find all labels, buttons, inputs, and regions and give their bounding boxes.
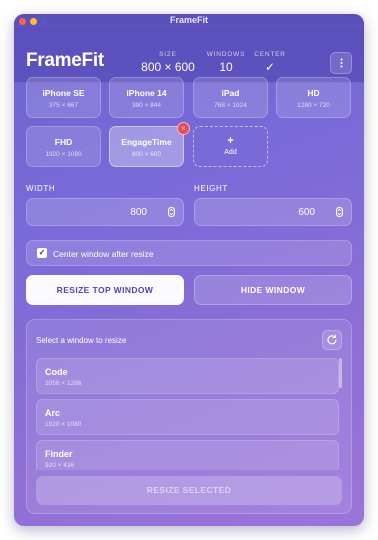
window-title: FrameFit — [169, 15, 208, 25]
add-preset-label: Add — [224, 149, 237, 156]
stepper-icon[interactable] — [168, 207, 175, 217]
center-window-option[interactable]: ✓ Center window after resize — [26, 240, 352, 266]
height-input[interactable] — [195, 199, 315, 225]
window-list[interactable]: Code 2056 × 1286 Arc 1920 × 1080 Finder … — [36, 358, 342, 470]
preset-iphone-14[interactable]: iPhone 14 390 × 844 — [109, 77, 184, 118]
preset-dims: 1280 × 720 — [297, 102, 330, 109]
more-vertical-icon — [340, 58, 342, 68]
window-dims: 1920 × 1080 — [45, 421, 82, 428]
preset-fhd[interactable]: FHD 1920 × 1080 — [26, 126, 101, 167]
preset-engagetime[interactable]: EngageTime 800 × 600 — [109, 126, 184, 167]
center-stat-label: CENTER — [254, 51, 286, 58]
preset-dims: 390 × 844 — [131, 102, 162, 109]
windows-stat-value: 10 — [219, 60, 233, 74]
size-stat-label: SIZE — [159, 51, 177, 58]
stepper-icon[interactable] — [336, 207, 343, 217]
preset-name: EngageTime — [121, 137, 172, 147]
checkmark-icon: ✓ — [38, 248, 46, 257]
preset-hd[interactable]: HD 1280 × 720 — [276, 77, 351, 118]
resize-top-window-button[interactable]: RESIZE TOP WINDOW — [26, 275, 184, 305]
preset-dims: 800 × 600 — [131, 151, 162, 158]
windows-stat-label: WINDOWS — [206, 51, 246, 58]
size-stat-value: 800 × 600 — [141, 60, 195, 74]
window-dims: 920 × 436 — [45, 462, 75, 469]
brand-logo: FrameFit — [26, 50, 104, 71]
window-name: Arc — [45, 408, 61, 418]
center-stat: CENTER ✓ — [250, 51, 290, 74]
center-stat-value: ✓ — [264, 60, 276, 74]
center-window-label: Center window after resize — [53, 249, 154, 259]
window-name: Finder — [45, 449, 73, 459]
preset-ipad[interactable]: iPad 768 × 1024 — [193, 77, 268, 118]
window-list-item[interactable]: Arc 1920 × 1080 — [36, 399, 339, 435]
window-list-item[interactable]: Finder 920 × 436 — [36, 440, 339, 470]
add-preset-button[interactable]: + Add — [193, 126, 268, 167]
more-options-button[interactable] — [330, 52, 352, 74]
remove-preset-button[interactable]: × — [177, 122, 190, 135]
window-dims: 2056 × 1286 — [45, 380, 82, 387]
width-label: WIDTH — [26, 184, 56, 193]
hide-window-button[interactable]: HIDE WINDOW — [194, 275, 352, 305]
preset-name: iPad — [221, 88, 240, 98]
height-field[interactable] — [194, 198, 352, 226]
preset-name: iPhone SE — [42, 88, 85, 98]
preset-name: HD — [307, 88, 320, 98]
preset-iphone-se[interactable]: iPhone SE 375 × 667 — [26, 77, 101, 118]
close-icon: × — [181, 124, 186, 133]
title-bar: FrameFit — [14, 14, 364, 28]
panel-title: Select a window to resize — [36, 336, 127, 345]
preset-name: iPhone 14 — [126, 88, 167, 98]
refresh-button[interactable] — [322, 330, 342, 350]
windows-stat: WINDOWS 10 — [204, 51, 248, 74]
center-checkbox[interactable]: ✓ — [37, 248, 47, 258]
window-name: Code — [45, 367, 68, 377]
preset-dims: 768 × 1024 — [214, 102, 247, 109]
refresh-icon — [327, 334, 337, 345]
list-scrollbar[interactable] — [339, 358, 342, 388]
preset-name: FHD — [54, 137, 73, 147]
width-field[interactable] — [26, 198, 184, 226]
preset-dims: 1920 × 1080 — [45, 151, 82, 158]
width-input[interactable] — [27, 199, 147, 225]
window-select-panel: Select a window to resize Code 2056 × 12… — [26, 319, 352, 514]
height-label: HEIGHT — [194, 184, 228, 193]
window-list-item[interactable]: Code 2056 × 1286 — [36, 358, 339, 394]
app-window: FrameFit FrameFit SIZE 800 × 600 WINDOWS… — [14, 14, 364, 526]
size-stat: SIZE 800 × 600 — [136, 51, 200, 74]
plus-icon: + — [227, 135, 234, 147]
app-header: FrameFit SIZE 800 × 600 WINDOWS 10 CENTE… — [14, 28, 364, 83]
resize-selected-button[interactable]: RESIZE SELECTED — [36, 476, 342, 505]
preset-dims: 375 × 667 — [48, 102, 79, 109]
